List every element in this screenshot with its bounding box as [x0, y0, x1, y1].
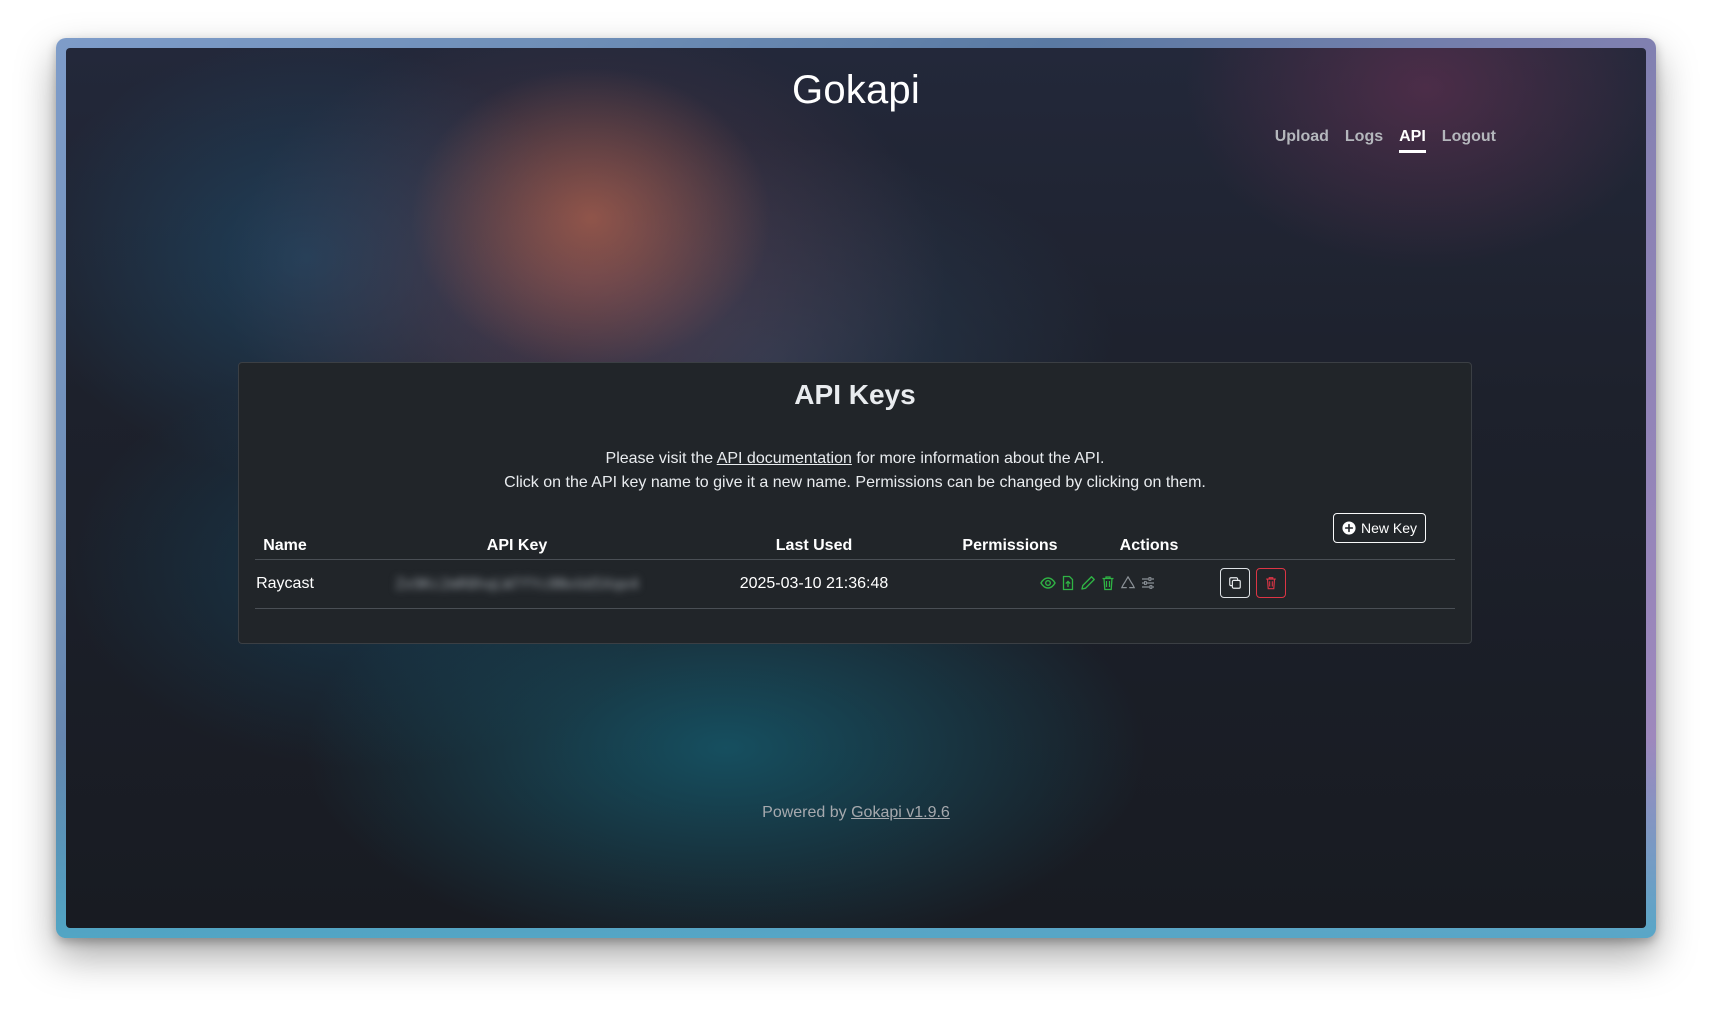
- main-nav: Upload Logs API Logout: [1275, 128, 1496, 153]
- copy-key-button[interactable]: [1220, 568, 1250, 598]
- nav-logout[interactable]: Logout: [1442, 128, 1496, 153]
- row-actions: [1220, 568, 1286, 598]
- window-frame: Gokapi Upload Logs API Logout API Keys P…: [56, 38, 1656, 938]
- permission-manage[interactable]: [1139, 574, 1157, 592]
- eye-icon: [1040, 577, 1056, 589]
- footer: Powered by Gokapi v1.9.6: [66, 804, 1646, 822]
- permission-view[interactable]: [1039, 574, 1057, 592]
- new-key-button[interactable]: New Key: [1333, 513, 1427, 543]
- file-upload-icon: [1062, 575, 1074, 591]
- table-header: Name API Key Last Used Permissions Actio…: [255, 513, 1455, 560]
- brand-title: Gokapi: [792, 68, 920, 112]
- sliders-icon: [1142, 577, 1154, 589]
- permissions-group: [1039, 574, 1157, 592]
- pencil-icon: [1081, 576, 1095, 590]
- intro-text-before: Please visit the: [605, 450, 717, 467]
- api-key-name[interactable]: Raycast: [256, 575, 314, 593]
- intro-line-1: Please visit the API documentation for m…: [239, 447, 1471, 471]
- delete-key-button[interactable]: [1256, 568, 1286, 598]
- permission-replace[interactable]: [1119, 574, 1137, 592]
- api-keys-table: Name API Key Last Used Permissions Actio…: [255, 513, 1455, 609]
- nav-upload[interactable]: Upload: [1275, 128, 1329, 153]
- last-used-value: 2025-03-10 21:36:48: [739, 575, 889, 592]
- gokapi-version-link[interactable]: Gokapi v1.9.6: [851, 804, 950, 821]
- column-header-last-used: Last Used: [775, 537, 853, 554]
- intro-text-after: for more information about the API.: [851, 450, 1105, 467]
- permission-upload[interactable]: [1059, 574, 1077, 592]
- api-key-value[interactable]: Zx9Kc2mR8hqLW7fYc0NvUd5Xqe4: [395, 575, 639, 593]
- nav-logs[interactable]: Logs: [1345, 128, 1383, 153]
- nav-api[interactable]: API: [1399, 128, 1426, 153]
- trash-icon: [1266, 577, 1276, 590]
- intro-text: Please visit the API documentation for m…: [239, 447, 1471, 495]
- column-header-permissions: Permissions: [962, 537, 1058, 554]
- api-documentation-link[interactable]: API documentation: [717, 450, 852, 467]
- new-key-label: New Key: [1361, 520, 1418, 536]
- api-keys-panel: API Keys Please visit the API documentat…: [238, 362, 1472, 644]
- footer-prefix: Powered by: [762, 804, 852, 821]
- column-header-name: Name: [263, 537, 307, 554]
- intro-line-2: Click on the API key name to give it a n…: [504, 474, 1206, 491]
- panel-title: API Keys: [794, 379, 916, 410]
- app-screen: Gokapi Upload Logs API Logout API Keys P…: [66, 48, 1646, 928]
- trash-icon: [1102, 576, 1114, 591]
- recycle-icon: [1120, 576, 1136, 589]
- plus-circle-icon: [1342, 521, 1356, 535]
- column-header-api-key: API Key: [486, 537, 548, 554]
- table-row: Raycast Zx9Kc2mR8hqLW7fYc0NvUd5Xqe4 2025…: [255, 560, 1455, 609]
- copy-icon: [1229, 577, 1241, 589]
- permission-delete[interactable]: [1099, 574, 1117, 592]
- permission-edit[interactable]: [1079, 574, 1097, 592]
- column-header-actions: Actions: [1119, 537, 1179, 554]
